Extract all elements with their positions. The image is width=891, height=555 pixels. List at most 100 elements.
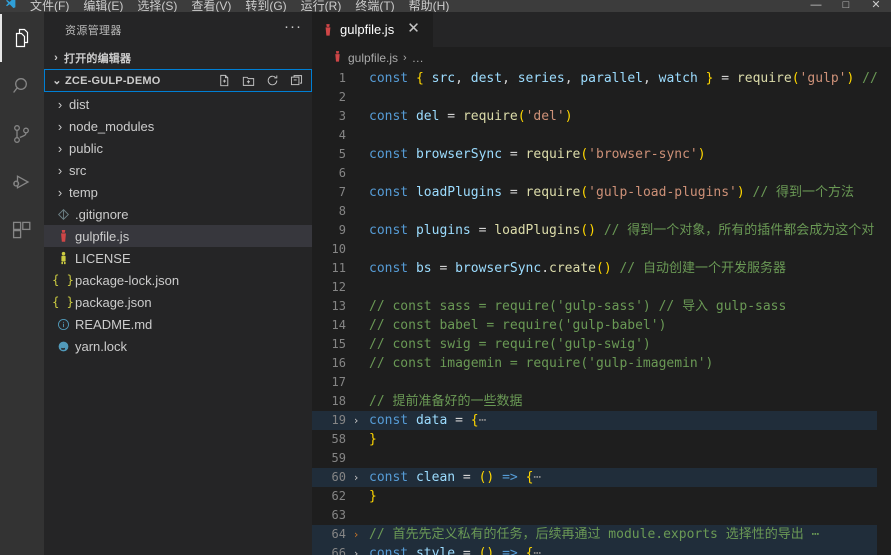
sidebar-more-actions-icon[interactable]: ··· [284,19,302,36]
new-folder-icon[interactable] [237,71,259,91]
code-line[interactable]: 10 [312,240,891,259]
code-line[interactable]: 11 const bs = browserSync.create() // 自动创… [312,259,891,278]
maximize-button[interactable]: □ [831,0,861,12]
menu-terminal[interactable]: 终端(T) [348,0,401,12]
fold-chevron-icon[interactable]: › [348,544,364,555]
fold-chevron-icon[interactable]: › [348,525,364,544]
code-line[interactable]: 2 [312,88,891,107]
code-line[interactable]: 58} [312,430,891,449]
code-line[interactable]: 59 [312,449,891,468]
chevron-right-icon: › [57,184,63,200]
file-tree-row-gulpfile-js[interactable]: gulpfile.js [44,225,312,247]
code-line[interactable]: 1 const { src, dest, series, parallel, wa… [312,69,891,88]
file-tree-row-yarn-lock[interactable]: yarn.lock [44,335,312,357]
activity-bar-item-extensions[interactable] [0,206,44,254]
file-tree-row-readme-md[interactable]: README.md [44,313,312,335]
close-button[interactable]: ✕ [861,0,891,12]
code-text: const bs = browserSync.create() // 自动创建一… [369,261,786,276]
file-tree-row-dist[interactable]: › dist [44,93,312,115]
code-lines: 1 const { src, dest, series, parallel, wa… [312,69,891,555]
collapse-all-icon[interactable] [285,71,307,91]
chevron-down-icon: ⌄ [52,75,62,87]
line-number: 6 [338,166,346,180]
line-number: 3 [338,109,346,123]
editor-tab-gulpfile-js[interactable]: gulpfile.js ✕ [312,12,434,47]
code-line[interactable]: 9 const plugins = loadPlugins() // 得到一个对象… [312,221,891,240]
vscode-logo-icon [4,0,17,12]
editor-tabs-bar: gulpfile.js ✕ [312,12,891,47]
minimize-button[interactable]: — [801,0,831,12]
file-tree-row-temp[interactable]: › temp [44,181,312,203]
menu-view[interactable]: 查看(V) [184,0,238,12]
line-number: 9 [338,223,346,237]
activity-bar-item-run-and-debug[interactable] [0,158,44,206]
section-project-root[interactable]: ⌄ ZCE-GULP-DEMO [44,69,312,92]
breadcrumb-file[interactable]: gulpfile.js [348,51,398,65]
code-line[interactable]: 17 [312,373,891,392]
breadcrumb-more[interactable]: … [412,51,424,65]
extensions-icon [10,218,34,242]
refresh-icon[interactable] [261,71,283,91]
code-line[interactable]: 8 [312,202,891,221]
markdown-icon [52,318,74,331]
chevron-right-icon: › [57,118,63,134]
line-number: 64 [331,527,346,541]
editor-minimap-gutter[interactable] [877,69,891,555]
code-line[interactable]: 15 // const swig = require('gulp-swig') [312,335,891,354]
json-icon: { } [52,295,74,309]
fold-chevron-icon[interactable]: › [348,411,364,430]
file-tree-row-gitignore[interactable]: .gitignore [44,203,312,225]
file-tree-row-package-json[interactable]: { } package.json [44,291,312,313]
activity-bar [0,12,44,555]
project-root-label: ZCE-GULP-DEMO [65,74,161,87]
file-tree-label: yarn.lock [75,338,128,354]
code-line[interactable]: 16 // const imagemin = require('gulp-imag… [312,354,891,373]
line-number: 17 [331,375,346,389]
section-open-editors[interactable]: › 打开的编辑器 [44,47,312,69]
tabs-empty-space [433,12,891,47]
activity-bar-item-source-control[interactable] [0,110,44,158]
menu-go[interactable]: 转到(G) [238,0,293,12]
menu-selection[interactable]: 选择(S) [130,0,184,12]
code-editor[interactable]: 1 const { src, dest, series, parallel, wa… [312,69,891,555]
code-line[interactable]: 18 // 提前准备好的一些数据 [312,392,891,411]
code-line[interactable]: 60 › const clean = () => {⋯ [312,468,891,487]
file-tree-row-node-modules[interactable]: › node_modules [44,115,312,137]
close-icon[interactable]: ✕ [404,21,423,39]
file-tree-row-public[interactable]: › public [44,137,312,159]
code-line[interactable]: 7 const loadPlugins = require('gulp-load-… [312,183,891,202]
activity-bar-item-explorer[interactable] [0,14,44,62]
code-line[interactable]: 66 › const style = () => {⋯ [312,544,891,555]
code-line[interactable]: 4 [312,126,891,145]
new-file-icon[interactable] [213,71,235,91]
line-number: 12 [331,280,346,294]
code-line[interactable]: 3 const del = require('del') [312,107,891,126]
file-tree-label: node_modules [69,118,155,134]
activity-bar-item-search[interactable] [0,62,44,110]
line-number: 15 [331,337,346,351]
code-line[interactable]: 64 › // 首先先定义私有的任务，后续再通过 module.exports 选择… [312,525,891,544]
code-line[interactable]: 13 // const sass = require('gulp-sass') /… [312,297,891,316]
menu-edit[interactable]: 编辑(E) [76,0,130,12]
code-line[interactable]: 63 [312,506,891,525]
file-tree-row-package-lock-json[interactable]: { } package-lock.json [44,269,312,291]
menu-file[interactable]: 文件(F) [23,0,76,12]
file-tree-row-src[interactable]: › src [44,159,312,181]
gulp-icon [52,229,74,243]
code-line[interactable]: 19 › const data = {⋯ [312,411,891,430]
fold-chevron-icon[interactable]: › [348,468,364,487]
line-number: 13 [331,299,346,313]
code-text: const { src, dest, series, parallel, wat… [369,71,891,86]
code-line[interactable]: 5 const browserSync = require('browser-sy… [312,145,891,164]
chevron-right-icon: › [57,96,63,112]
file-tree-row-license[interactable]: LICENSE [44,247,312,269]
sidebar-title-bar: 资源管理器 ··· [44,12,312,47]
code-line[interactable]: 6 [312,164,891,183]
code-line[interactable]: 14 // const babel = require('gulp-babel') [312,316,891,335]
code-line[interactable]: 62} [312,487,891,506]
explorer-sidebar: 资源管理器 ··· › 打开的编辑器 ⌄ ZCE-GULP-DEMO › dis… [44,12,312,555]
code-line[interactable]: 12 [312,278,891,297]
menu-help[interactable]: 帮助(H) [402,0,457,12]
menu-run[interactable]: 运行(R) [294,0,349,12]
line-number: 10 [331,242,346,256]
